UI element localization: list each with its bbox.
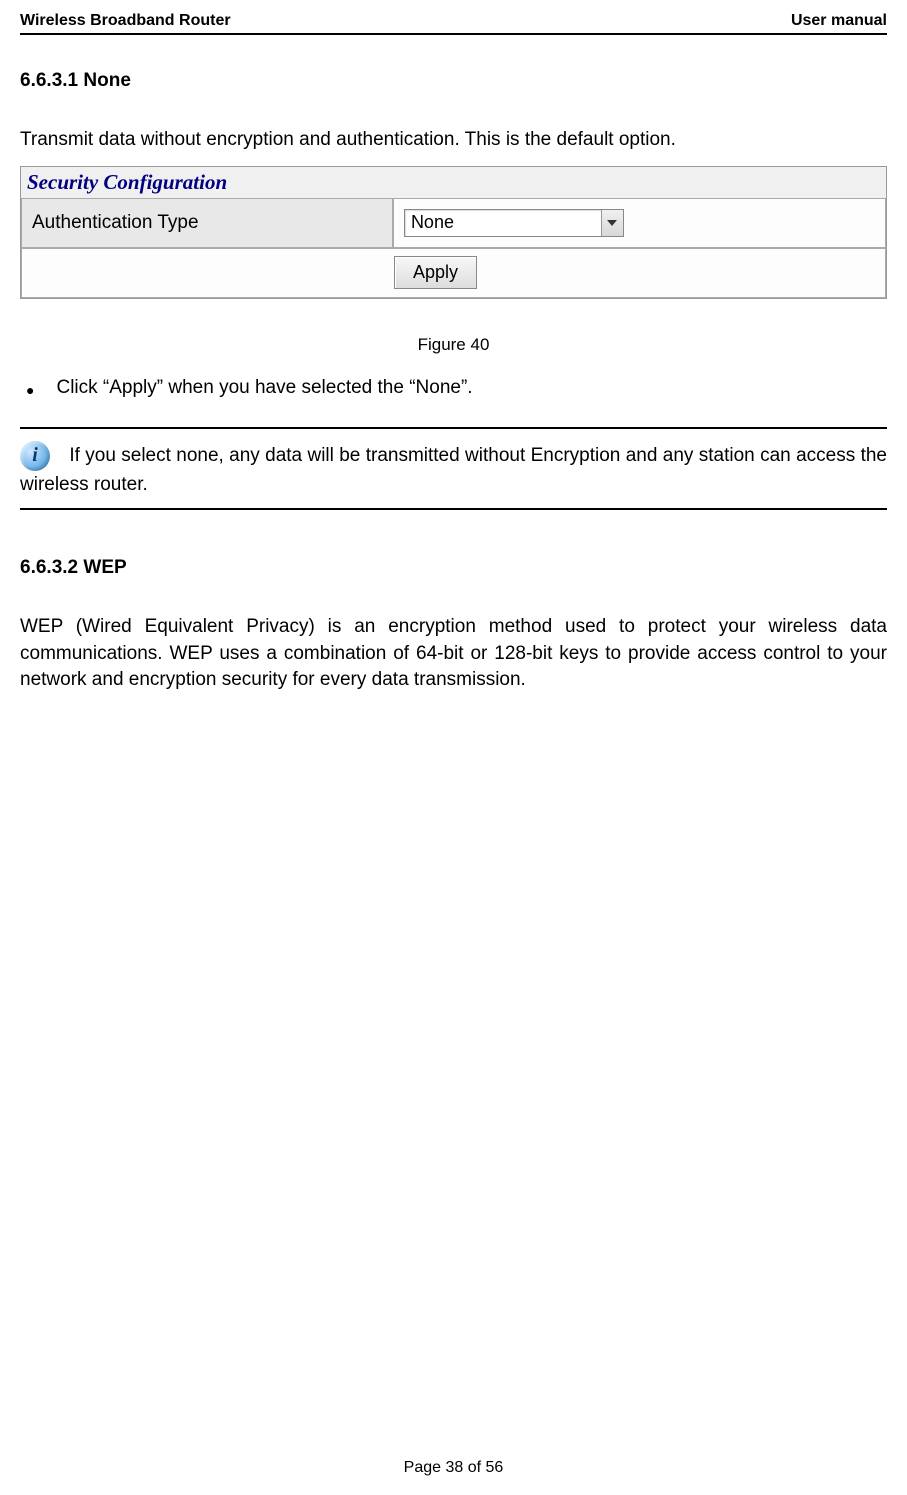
apply-button[interactable]: Apply (394, 256, 477, 289)
section-wep-body: WEP (Wired Equivalent Privacy) is an enc… (20, 614, 887, 694)
security-config-title: Security Configuration (21, 167, 886, 198)
info-note-text: If you select none, any data will be tra… (20, 445, 887, 495)
figure-caption: Figure 40 (20, 335, 887, 355)
auth-type-dropdown[interactable]: None (404, 209, 624, 237)
page-header: Wireless Broadband Router User manual (20, 12, 887, 35)
page-footer: Page 38 of 56 (20, 1459, 887, 1483)
bullet-icon: ● (26, 382, 34, 398)
security-config-figure: Security Configuration Authentication Ty… (20, 166, 887, 299)
auth-type-label: Authentication Type (21, 198, 393, 248)
header-right: User manual (791, 12, 887, 30)
section-heading-none: 6.6.3.1 None (20, 70, 887, 92)
auth-type-selected: None (405, 212, 601, 233)
info-icon: i (20, 441, 50, 471)
divider-bottom (20, 508, 887, 510)
auth-type-cell: None (393, 198, 886, 248)
chevron-down-icon (607, 220, 617, 226)
section-none-intro: Transmit data without encryption and aut… (20, 127, 887, 154)
info-note-block: i If you select none, any data will be t… (20, 441, 887, 499)
bullet-item: ● Click “Apply” when you have selected t… (26, 377, 887, 399)
bullet-text: Click “Apply” when you have selected the… (56, 377, 472, 399)
header-left: Wireless Broadband Router (20, 12, 231, 30)
dropdown-toggle-button[interactable] (601, 210, 623, 236)
divider-top (20, 427, 887, 429)
section-heading-wep: 6.6.3.2 WEP (20, 557, 887, 579)
